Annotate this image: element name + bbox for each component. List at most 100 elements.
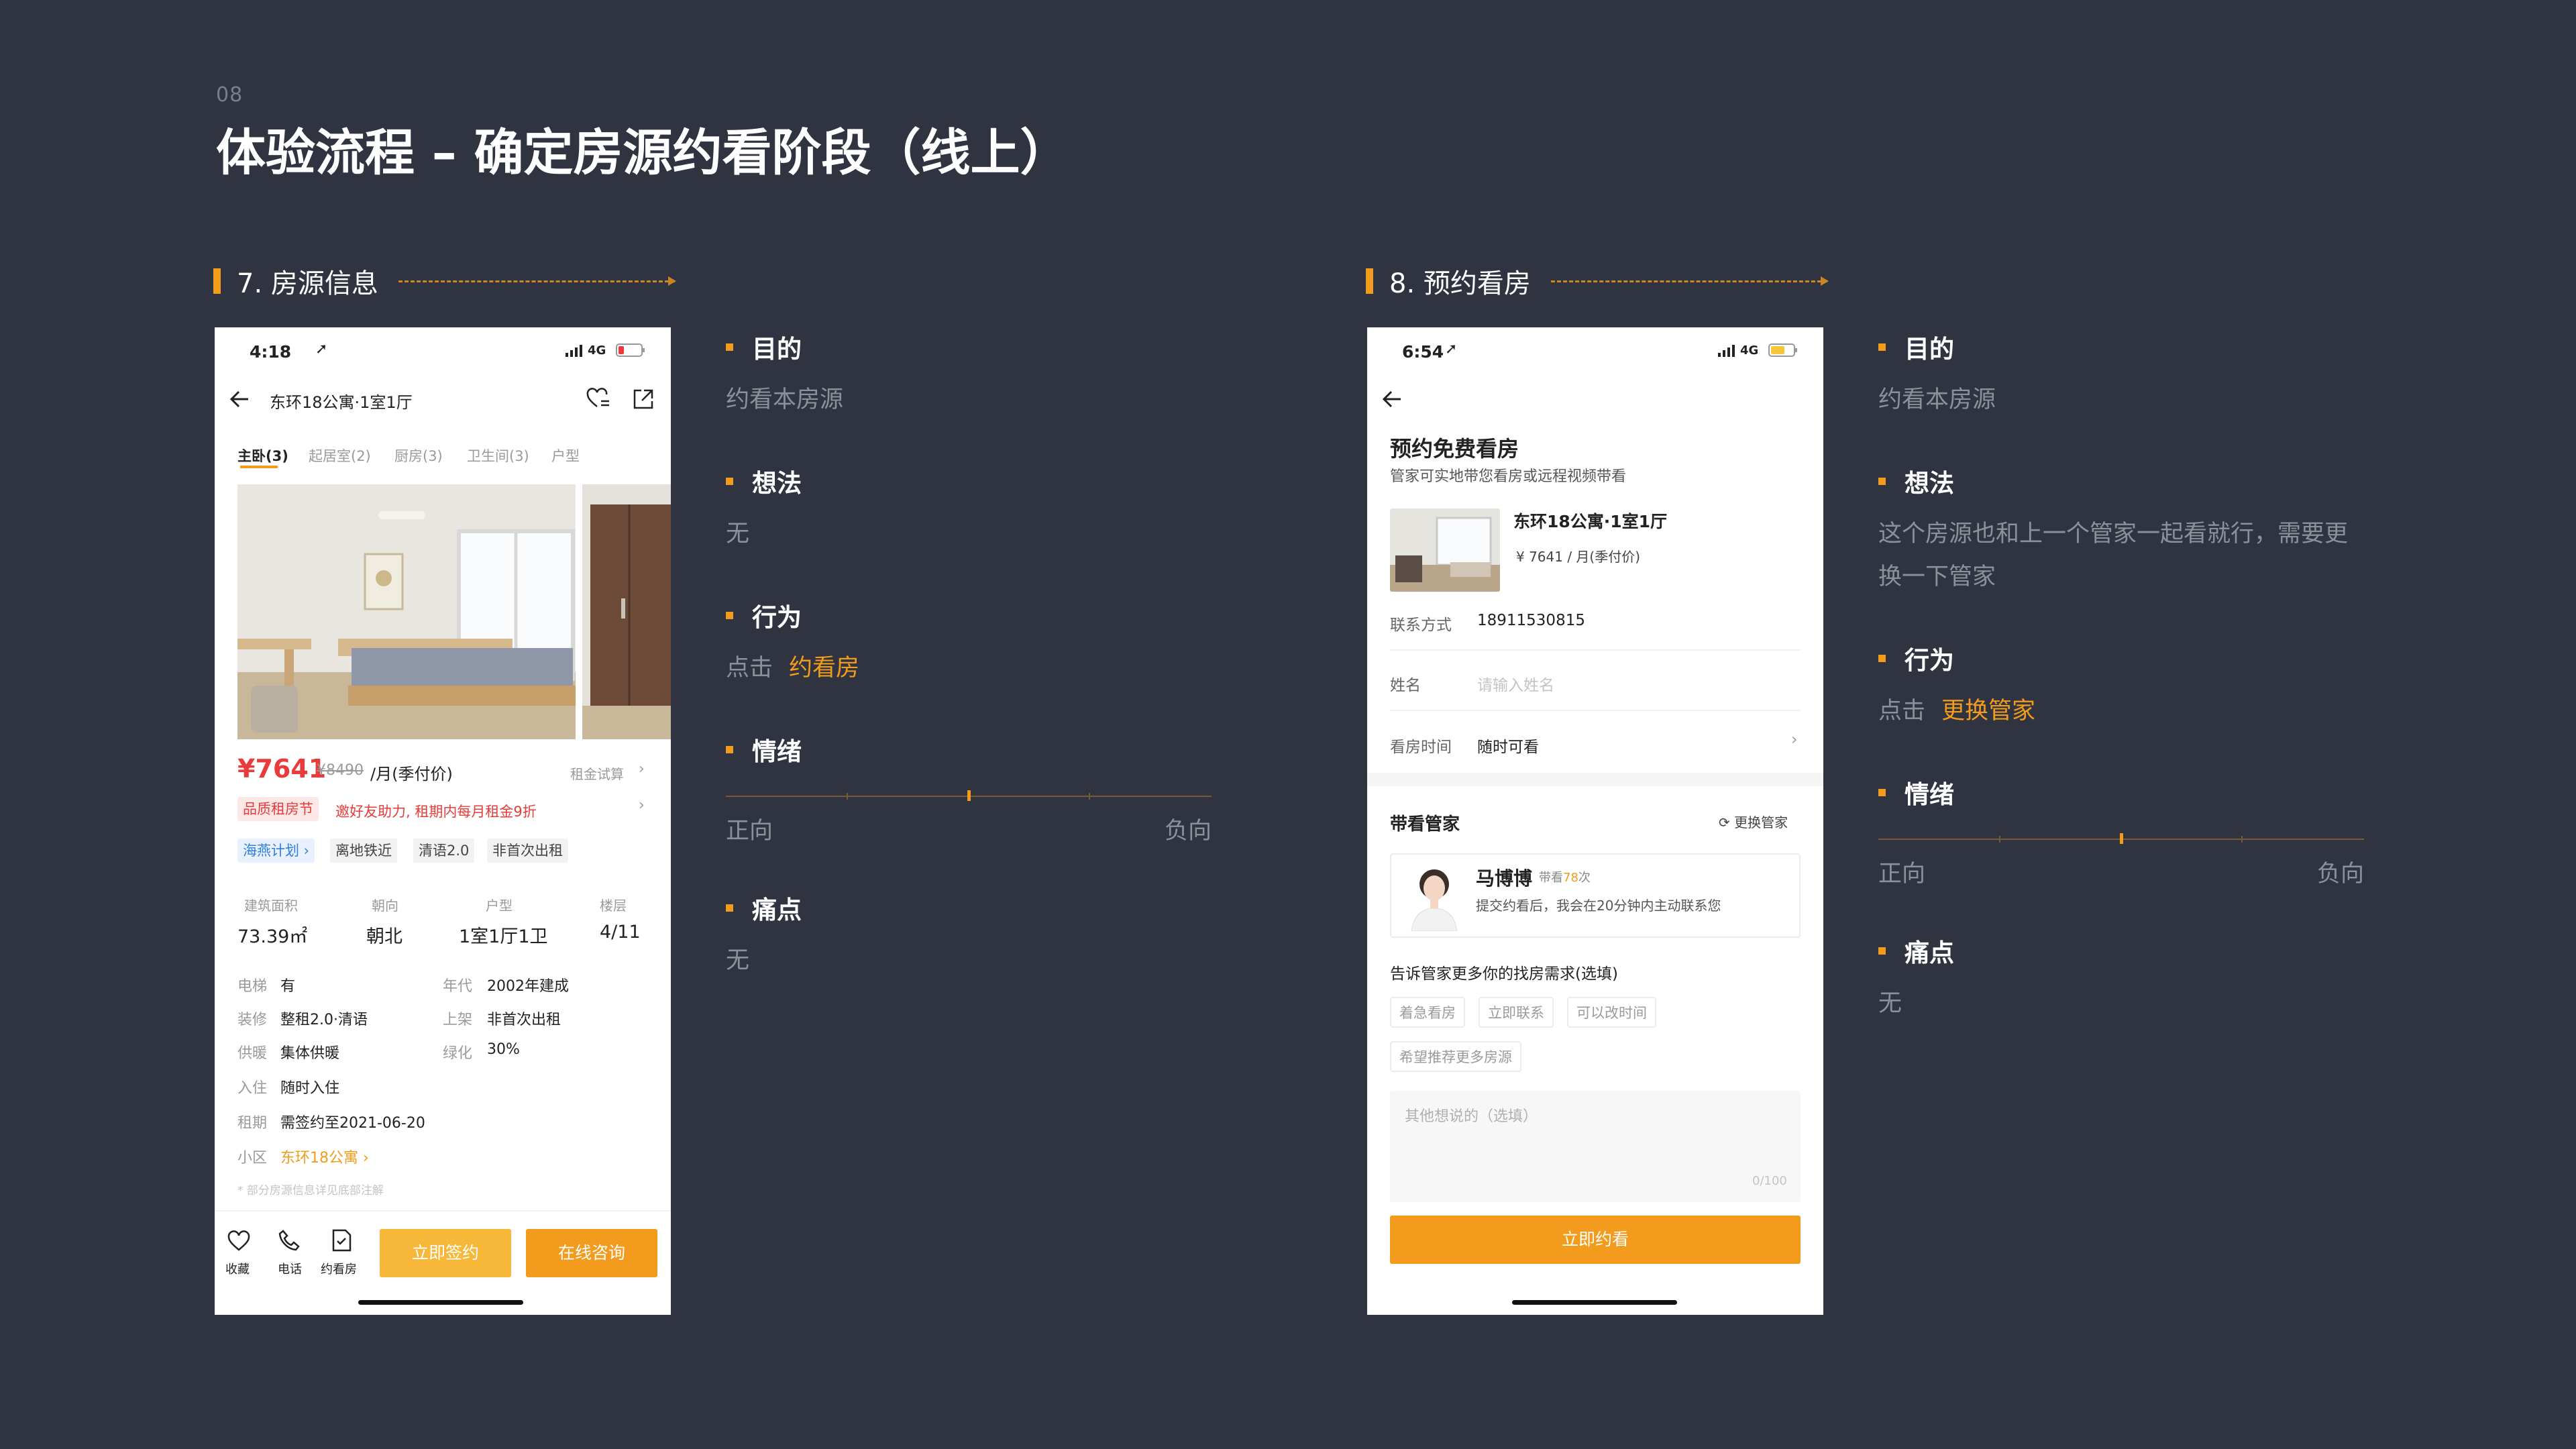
detail-decor-label: 装修 — [237, 1012, 268, 1028]
community-link[interactable]: 东环18公寓 › — [280, 1146, 369, 1167]
community-name: 东环18公寓 — [280, 1150, 358, 1167]
tag-not-first-rent: 非首次出租 — [487, 839, 568, 863]
emotion-label: 情绪 — [726, 731, 1212, 767]
action-text: 点击 更换管家 — [1878, 690, 2364, 733]
online-consult-button[interactable]: 在线咨询 — [526, 1229, 657, 1277]
tab-kitchen[interactable]: 厨房(3) — [394, 445, 443, 466]
footnote: * 部分房源信息详见底部注解 — [237, 1184, 384, 1197]
form-divider — [1390, 649, 1801, 651]
detail-move-in-label: 入住 — [237, 1080, 268, 1097]
sign-now-button[interactable]: 立即签约 — [380, 1229, 511, 1277]
view-label: 约看房 — [321, 1263, 357, 1277]
pain-label: 痛点 — [726, 890, 1212, 926]
section-arrow — [398, 276, 676, 286]
chip-contact-now[interactable]: 立即联系 — [1479, 997, 1554, 1028]
tab-master-bedroom[interactable]: 主卧(3) — [237, 445, 288, 466]
count-prefix: 带看 — [1539, 871, 1563, 885]
emotion-positive: 正向 — [726, 818, 773, 845]
nav-title: 东环18公寓·1室1厅 — [270, 393, 413, 412]
idea-text-line-2: 换一下管家 — [1878, 564, 1996, 590]
contact-value: 18911530815 — [1477, 612, 1585, 629]
view-time-select[interactable]: 随时可看 — [1477, 734, 1539, 757]
idea-label: 想法 — [1878, 463, 2364, 499]
signal-icon — [566, 345, 584, 357]
chip-urgent-view[interactable]: 着急看房 — [1390, 997, 1465, 1028]
section-7-heading: 7. 房源信息 — [213, 264, 676, 299]
detail-term-value: 需签约至2021-06-20 — [280, 1115, 425, 1132]
chip-more-listings[interactable]: 希望推荐更多房源 — [1390, 1041, 1521, 1072]
emotion-marker — [967, 790, 971, 801]
stat-area-value: 73.39㎡ — [237, 926, 308, 947]
favorite-list-icon[interactable] — [585, 386, 612, 411]
emotion-marker — [2120, 833, 2123, 844]
submit-booking-button[interactable]: 立即约看 — [1390, 1216, 1801, 1264]
home-indicator — [1512, 1300, 1677, 1305]
detail-move-in-value: 随时入住 — [280, 1080, 340, 1097]
detail-term-label: 租期 — [237, 1115, 268, 1132]
emotion-negative: 负向 — [1164, 818, 1212, 845]
view-document-icon[interactable] — [331, 1229, 352, 1252]
detail-year-label: 年代 — [443, 978, 473, 995]
detail-heating-label: 供暖 — [237, 1045, 268, 1062]
tag-label: 海燕计划 — [243, 843, 299, 859]
price: ¥7641 — [237, 754, 327, 784]
emotion-positive: 正向 — [1878, 861, 1926, 888]
section-marker — [213, 268, 221, 294]
action-text: 点击 约看房 — [726, 647, 1212, 690]
section-8-heading: 8. 预约看房 — [1366, 264, 1829, 299]
battery-icon — [616, 343, 645, 357]
action-label: 行为 — [1878, 640, 2364, 676]
tag-haiyan-plan[interactable]: 海燕计划 › — [237, 839, 315, 863]
pain-text: 无 — [726, 947, 750, 974]
fav-label: 收藏 — [225, 1263, 250, 1277]
house-name: 东环18公寓·1室1厅 — [1513, 512, 1668, 531]
home-indicator — [358, 1300, 523, 1305]
stat-area-label: 建筑面积 — [244, 898, 298, 914]
network-label: 4G — [1740, 343, 1759, 358]
page-title: 体验流程 – 确定房源约看阶段（线上） — [216, 124, 1070, 182]
booking-subtitle: 管家可实地带您看房或远程视频带看 — [1390, 468, 1627, 485]
phone-icon[interactable] — [278, 1229, 301, 1252]
back-arrow-icon[interactable] — [1381, 388, 1403, 411]
page-number: 08 — [216, 83, 244, 107]
section-arrow — [1550, 276, 1829, 286]
phone-screen-house-info: 4:18 ➚ 4G 东环18公寓·1室1厅 主卧(3) 起居室(2) 厨房(3)… — [215, 327, 671, 1315]
name-label: 姓名 — [1390, 677, 1421, 694]
bottom-divider — [215, 1210, 671, 1212]
tab-floor-plan[interactable]: 户型 — [551, 445, 580, 466]
room-photo-next[interactable] — [582, 484, 671, 739]
section-gap — [1367, 773, 1823, 786]
room-photo[interactable] — [237, 484, 576, 739]
network-label: 4G — [588, 343, 606, 358]
heart-icon[interactable] — [227, 1230, 251, 1252]
textarea-counter: 0/100 — [1752, 1174, 1787, 1188]
chip-flexible-time[interactable]: 可以改时间 — [1567, 997, 1656, 1028]
detail-green-value: 30% — [487, 1041, 520, 1058]
detail-heating-value: 集体供暖 — [280, 1045, 340, 1062]
detail-year-value: 2002年建成 — [487, 978, 569, 995]
needs-title: 告诉管家更多你的找房需求(选填) — [1390, 965, 1618, 983]
idea-text: 无 — [726, 521, 750, 547]
agent-avatar — [1399, 860, 1469, 931]
promo-text[interactable]: 邀好友助力, 租期内每月租金9折 — [335, 801, 537, 821]
action-prefix: 点击 — [1878, 698, 1926, 724]
location-icon: ➚ — [315, 341, 328, 358]
tab-living-room[interactable]: 起居室(2) — [309, 445, 371, 466]
rent-calculator-link[interactable]: 租金试算 — [570, 763, 624, 783]
back-arrow-icon[interactable] — [228, 388, 251, 411]
chevron-right-icon: › — [1791, 730, 1798, 749]
location-icon: ➚ — [1445, 341, 1458, 358]
stat-floor-value: 4/11 — [600, 922, 641, 943]
change-agent-button[interactable]: ⟳ 更换管家 — [1719, 812, 1788, 831]
booking-title: 预约免费看房 — [1390, 436, 1519, 462]
refresh-icon: ⟳ — [1719, 814, 1730, 830]
tab-bathroom[interactable]: 卫生间(3) — [467, 445, 529, 466]
name-input[interactable]: 请输入姓名 — [1477, 672, 1554, 695]
house-thumbnail — [1390, 508, 1500, 592]
emotion-tick — [1089, 793, 1090, 800]
action-prefix: 点击 — [726, 655, 773, 682]
house-price: ¥ 7641 / 月(季付价) — [1516, 549, 1641, 565]
share-icon[interactable] — [632, 388, 655, 411]
change-agent-label: 更换管家 — [1734, 814, 1788, 830]
chevron-right-icon: › — [639, 797, 645, 814]
